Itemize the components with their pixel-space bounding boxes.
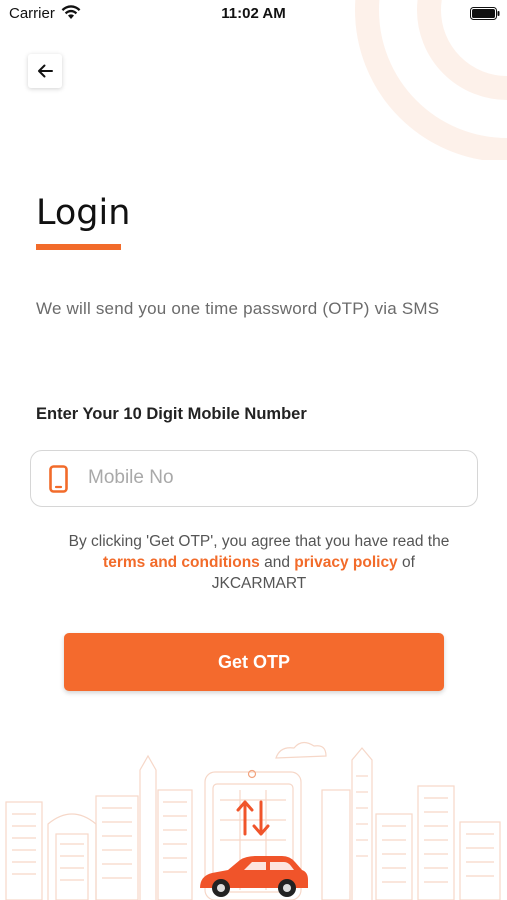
terms-of: of <box>402 554 415 571</box>
brand-name: JKCARMART <box>211 575 307 592</box>
mobile-number-label: Enter Your 10 Digit Mobile Number <box>36 405 307 423</box>
title-underline <box>36 244 121 250</box>
terms-and-conditions-link[interactable]: terms and conditions <box>103 554 260 571</box>
decorative-rings <box>355 0 507 160</box>
privacy-policy-link[interactable]: privacy policy <box>294 554 397 571</box>
mobile-number-input[interactable] <box>88 459 463 497</box>
back-button[interactable] <box>28 54 62 88</box>
arrow-left-icon <box>38 64 53 78</box>
terms-notice: By clicking 'Get OTP', you agree that yo… <box>30 531 488 594</box>
terms-and: and <box>264 554 290 571</box>
terms-prefix: By clicking 'Get OTP', you agree that yo… <box>68 533 450 550</box>
page-title: Login <box>36 193 131 233</box>
otp-info-text: We will send you one time password (OTP)… <box>36 299 440 318</box>
city-car-illustration <box>5 741 501 900</box>
get-otp-button[interactable]: Get OTP <box>64 633 444 691</box>
mobile-phone-icon <box>49 465 68 493</box>
mobile-number-field[interactable] <box>30 450 478 507</box>
